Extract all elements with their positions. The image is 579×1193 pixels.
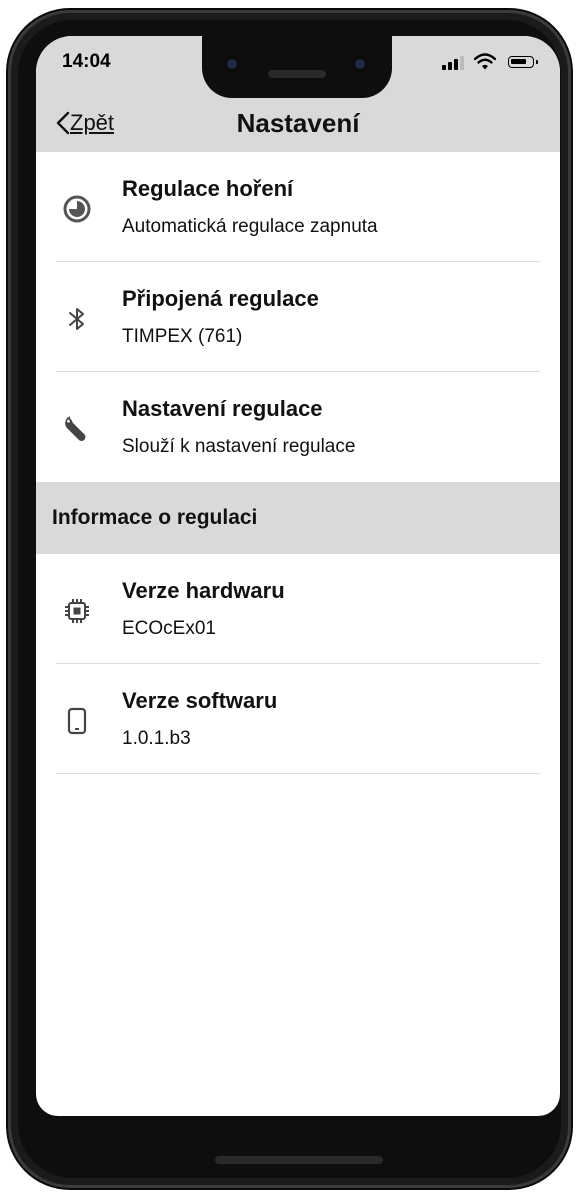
- list-item-burn-control[interactable]: Regulace hoření Automatická regulace zap…: [36, 152, 560, 262]
- item-subtitle: Slouží k nastavení regulace: [122, 436, 356, 457]
- page-title: Nastavení: [236, 108, 360, 138]
- camera-icon: [224, 56, 240, 72]
- list-item-controller-settings[interactable]: Nastavení regulace Slouží k nastavení re…: [36, 372, 560, 482]
- chip-icon: [60, 594, 94, 628]
- divider: [56, 773, 540, 774]
- screen: 14:04 Zpět Nastavení Regulace hoření Aut…: [36, 36, 560, 1116]
- phone-icon: [60, 704, 94, 738]
- burn-control-icon: [60, 192, 94, 226]
- item-subtitle: ECOcEx01: [122, 618, 216, 639]
- wifi-icon: [474, 53, 496, 70]
- item-subtitle: TIMPEX (761): [122, 326, 243, 347]
- wrench-icon: [60, 412, 94, 446]
- list-item-hardware-version: Verze hardwaru ECOcEx01: [36, 554, 560, 664]
- notch: [202, 36, 392, 98]
- battery-icon: [508, 56, 538, 68]
- top-bar: 14:04 Zpět Nastavení: [36, 36, 560, 152]
- item-title: Verze hardwaru: [122, 578, 285, 603]
- item-title: Nastavení regulace: [122, 396, 323, 421]
- item-title: Regulace hoření: [122, 176, 294, 201]
- status-time: 14:04: [62, 51, 111, 72]
- list-item-connected-controller[interactable]: Připojená regulace TIMPEX (761): [36, 262, 560, 372]
- item-title: Verze softwaru: [122, 688, 278, 713]
- signal-icon: [442, 54, 464, 70]
- item-title: Připojená regulace: [122, 286, 319, 311]
- section-header: Informace o regulaci: [36, 482, 560, 554]
- section-label: Informace o regulaci: [52, 506, 258, 529]
- speaker-grille: [268, 70, 326, 78]
- home-indicator[interactable]: [215, 1156, 383, 1164]
- settings-list: Regulace hoření Automatická regulace zap…: [36, 152, 560, 774]
- sensor-icon: [352, 56, 368, 72]
- list-item-software-version: Verze softwaru 1.0.1.b3: [36, 664, 560, 774]
- item-subtitle: 1.0.1.b3: [122, 728, 191, 749]
- item-subtitle: Automatická regulace zapnuta: [122, 216, 378, 237]
- bluetooth-icon: [60, 302, 94, 336]
